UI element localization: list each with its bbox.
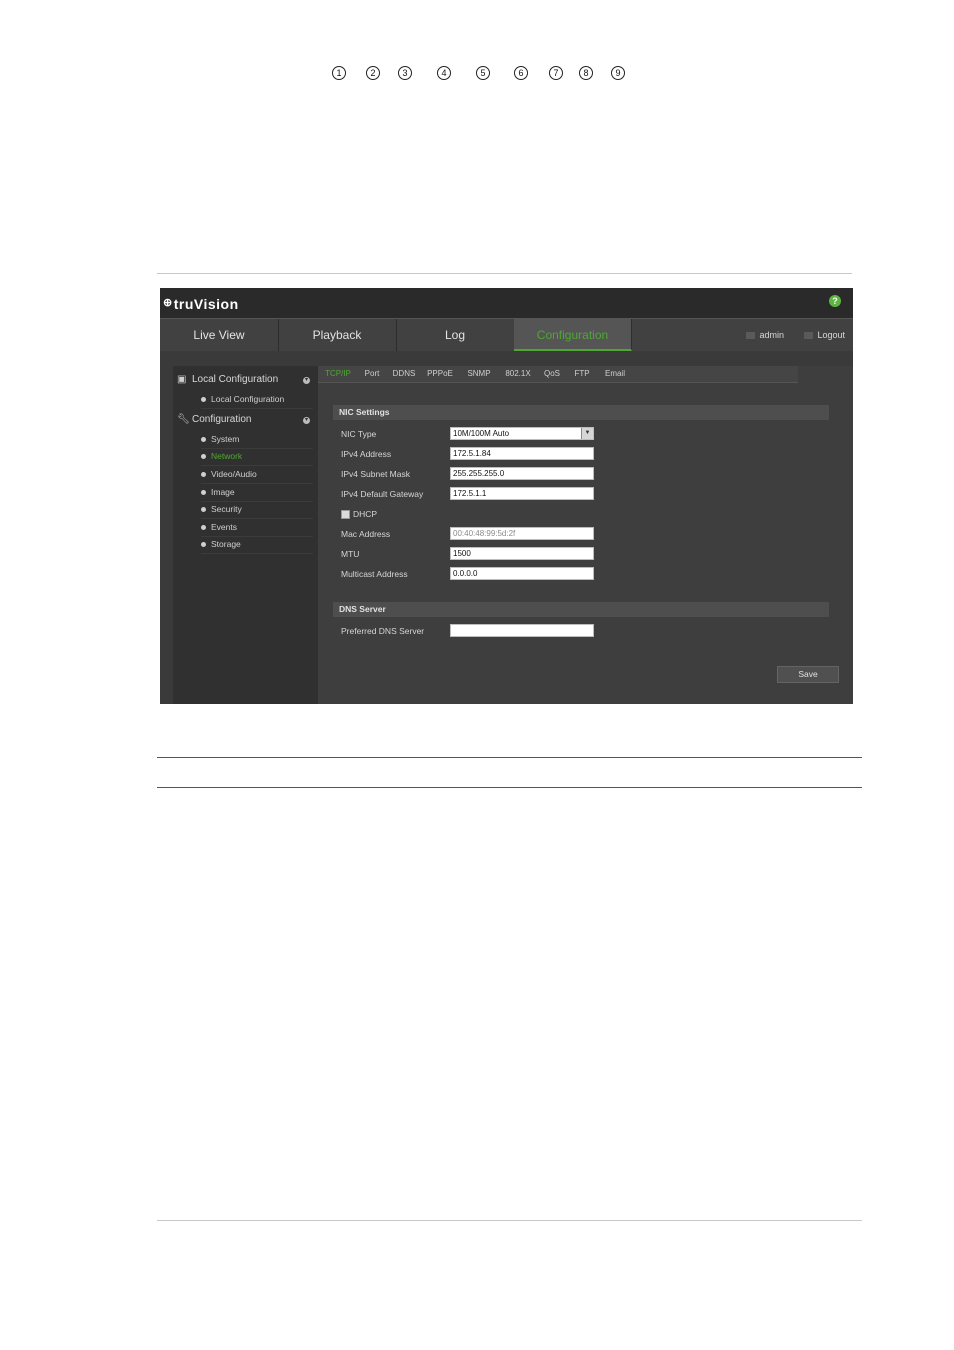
callout-8: 8 [579,66,593,80]
username: admin [759,330,784,340]
subtab-snmp[interactable]: SNMP [464,366,494,382]
sidebar: ▣ Local Configuration ▾ Local Configurati… [173,366,318,704]
bullet-icon [201,472,206,478]
multicast-address-field[interactable]: 0.0.0.0 [450,567,594,580]
subtab-qos[interactable]: QoS [540,366,564,382]
sidebar-configuration-label: Configuration [192,414,252,425]
sidebar-item-label: Video/Audio [211,469,257,479]
ipv4-gateway-label: IPv4 Default Gateway [341,489,424,499]
bullet-icon [201,437,206,443]
chevron-down-icon: ▼ [581,428,593,439]
nic-type-label: NIC Type [341,429,377,439]
sidebar-item-storage[interactable]: Storage [201,536,313,554]
sidebar-configuration[interactable]: 🔧︎ Configuration [177,414,251,425]
tab-configuration[interactable]: Configuration [514,319,632,351]
ipv4-subnet-label: IPv4 Subnet Mask [341,469,410,479]
sidebar-item-video-audio[interactable]: Video/Audio [201,466,313,484]
monitor-gear-icon: ▣ [177,374,187,385]
logo-text: truVision [173,296,239,312]
ipv4-address-field[interactable]: 172.5.1.84 [450,447,594,460]
sidebar-item-label: Security [211,504,242,514]
callout-9: 9 [611,66,625,80]
callout-4: 4 [437,66,451,80]
mtu-label: MTU [341,549,360,559]
collapse-configuration-icon[interactable]: ▾ [303,417,310,424]
sidebar-item-image[interactable]: Image [201,484,313,502]
subtab-pppoe[interactable]: PPPoE [424,366,456,382]
nic-settings-header: NIC Settings [333,405,829,420]
nic-type-select[interactable]: 10M/100M Auto ▼ [450,427,594,440]
truvision-logo: ⊕truVision [163,296,239,312]
subtab-ddns[interactable]: DDNS [390,366,418,382]
callout-3: 3 [398,66,412,80]
sidebar-local-configuration-label: Local Configuration [192,374,279,385]
ipv4-subnet-field[interactable]: 255.255.255.0 [450,467,594,480]
main-content: TCP/IP Port DDNS PPPoE SNMP 802.1X QoS F… [318,366,853,704]
sidebar-item-security[interactable]: Security [201,501,313,519]
dhcp-label: DHCP [353,509,378,519]
sidebar-item-label: Network [211,451,243,461]
callout-1: 1 [332,66,346,80]
preferred-dns-field[interactable] [450,624,594,637]
ipv4-gateway-field[interactable]: 172.5.1.1 [450,487,594,500]
callout-2: 2 [366,66,380,80]
mac-address-field: 00:40:48:99:5d:2f [450,527,594,540]
dhcp-checkbox[interactable] [341,510,350,519]
preferred-dns-label: Preferred DNS Server [341,626,425,636]
subtab-port[interactable]: Port [360,366,384,382]
caption-rule-top [157,757,862,758]
bullet-icon [201,507,206,513]
dns-server-header: DNS Server [333,602,829,617]
ipv4-address-label: IPv4 Address [341,449,392,459]
tab-log[interactable]: Log [396,319,515,351]
sidebar-item-label: System [211,434,240,444]
collapse-local-icon[interactable]: ▾ [303,377,310,384]
top-rule [157,273,852,274]
callout-5: 5 [476,66,490,80]
sidebar-item-local-configuration[interactable]: Local Configuration [201,391,313,409]
app-header: ⊕truVision ? [160,288,853,318]
mac-address-label: Mac Address [341,529,391,539]
network-subtabs: TCP/IP Port DDNS PPPoE SNMP 802.1X QoS F… [318,366,798,383]
bullet-icon [201,454,206,460]
logout-icon [804,332,814,340]
sidebar-local-configuration[interactable]: ▣ Local Configuration [177,374,278,385]
bullet-icon [201,525,206,531]
subtab-tcp-ip[interactable]: TCP/IP [322,366,354,382]
footer-rule [157,1220,862,1221]
sidebar-item-events[interactable]: Events [201,519,313,537]
sidebar-item-label: Events [211,522,237,532]
sidebar-item-label: Local Configuration [211,394,285,404]
sidebar-item-label: Storage [211,539,241,549]
sidebar-item-network[interactable]: Network [201,448,313,466]
bullet-icon [201,397,206,403]
subtab-email[interactable]: Email [600,366,630,382]
callout-7: 7 [549,66,563,80]
mtu-field[interactable]: 1500 [450,547,594,560]
web-interface-screenshot: ⊕truVision ? Live View Playback Log Conf… [160,288,853,704]
save-button[interactable]: Save [777,666,839,683]
callout-6: 6 [514,66,528,80]
tab-live-view[interactable]: Live View [160,319,279,351]
user-area: admin Logout [746,319,845,351]
logo-mark-icon: ⊕ [163,297,173,309]
subtab-802-1x[interactable]: 802.1X [502,366,534,382]
help-icon[interactable]: ? [829,295,841,307]
bullet-icon [201,542,206,548]
subtab-ftp[interactable]: FTP [571,366,593,382]
multicast-address-label: Multicast Address [341,569,408,579]
wrench-icon: 🔧︎ [177,414,190,425]
user-icon [746,332,756,340]
caption-rule-bottom [157,787,862,788]
sidebar-item-label: Image [211,487,235,497]
nic-type-value: 10M/100M Auto [453,429,510,438]
tab-playback[interactable]: Playback [278,319,397,351]
logout-link[interactable]: Logout [817,330,845,340]
sidebar-item-system[interactable]: System [201,431,313,449]
main-navbar: Live View Playback Log Configuration adm… [160,318,853,351]
bullet-icon [201,490,206,496]
